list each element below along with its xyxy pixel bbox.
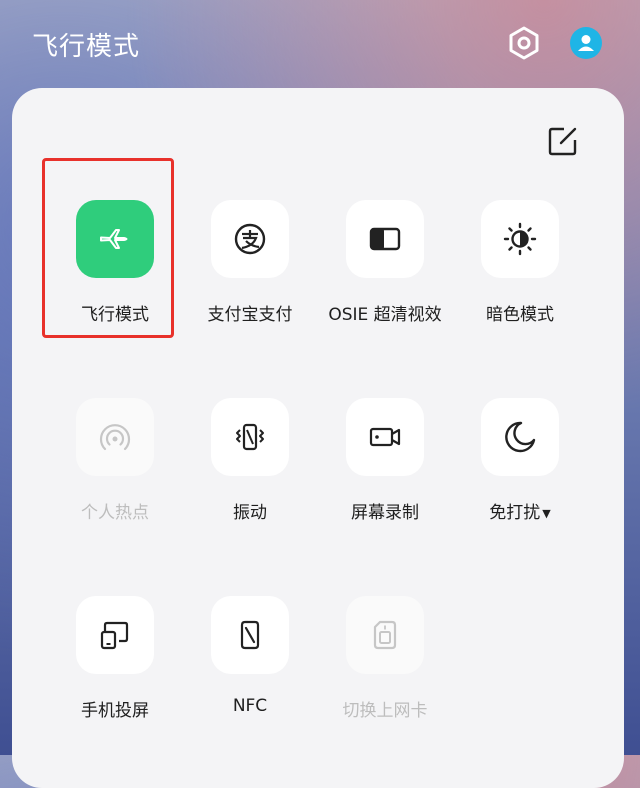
- edit-icon[interactable]: [548, 126, 578, 156]
- vibrate-toggle[interactable]: [211, 398, 289, 476]
- tile-label: 切换上网卡: [342, 701, 428, 721]
- vibrate-icon: [236, 423, 264, 451]
- switch-sim-toggle[interactable]: [346, 596, 424, 674]
- tile-label: 免打扰 ▼: [435, 498, 605, 523]
- nfc-icon: [240, 620, 260, 650]
- screen-record-icon: [369, 427, 401, 447]
- dropdown-caret-icon[interactable]: ▼: [542, 507, 550, 520]
- dark-mode-toggle[interactable]: [481, 200, 559, 278]
- tile-osie-display[interactable]: OSIE 超清视效: [310, 200, 460, 360]
- tile-alipay[interactable]: 支付宝支付: [175, 200, 325, 360]
- alipay-toggle[interactable]: [211, 200, 289, 278]
- tile-vibrate[interactable]: 振动: [175, 398, 325, 558]
- display-enhance-icon: [369, 227, 401, 251]
- osie-toggle[interactable]: [346, 200, 424, 278]
- hotspot-icon: [99, 424, 131, 451]
- tile-screen-cast[interactable]: 手机投屏: [40, 596, 190, 756]
- highlight-box: [42, 158, 174, 338]
- tile-switch-sim[interactable]: 切换上网卡: [310, 596, 460, 756]
- screen-cast-icon: [100, 621, 129, 650]
- tile-screen-record[interactable]: 屏幕录制: [310, 398, 460, 558]
- tile-nfc[interactable]: NFC: [175, 596, 325, 756]
- screen-cast-toggle[interactable]: [76, 596, 154, 674]
- alipay-icon: [234, 223, 266, 255]
- tile-hotspot[interactable]: 个人热点: [40, 398, 190, 558]
- nfc-toggle[interactable]: [211, 596, 289, 674]
- screen-record-toggle[interactable]: [346, 398, 424, 476]
- user-avatar-icon[interactable]: [569, 26, 603, 60]
- hotspot-toggle[interactable]: [76, 398, 154, 476]
- dnd-label: 免打扰: [489, 503, 541, 523]
- page-title: 飞行模式: [32, 32, 141, 62]
- dark-mode-icon: [503, 222, 537, 256]
- tile-do-not-disturb[interactable]: 免打扰 ▼: [445, 398, 595, 558]
- tile-label: 暗色模式: [486, 305, 554, 325]
- tile-dark-mode[interactable]: 暗色模式: [445, 200, 595, 360]
- gear-icon[interactable]: [507, 26, 541, 60]
- do-not-disturb-toggle[interactable]: [481, 398, 559, 476]
- moon-icon: [505, 421, 536, 453]
- sim-card-icon: [373, 620, 397, 650]
